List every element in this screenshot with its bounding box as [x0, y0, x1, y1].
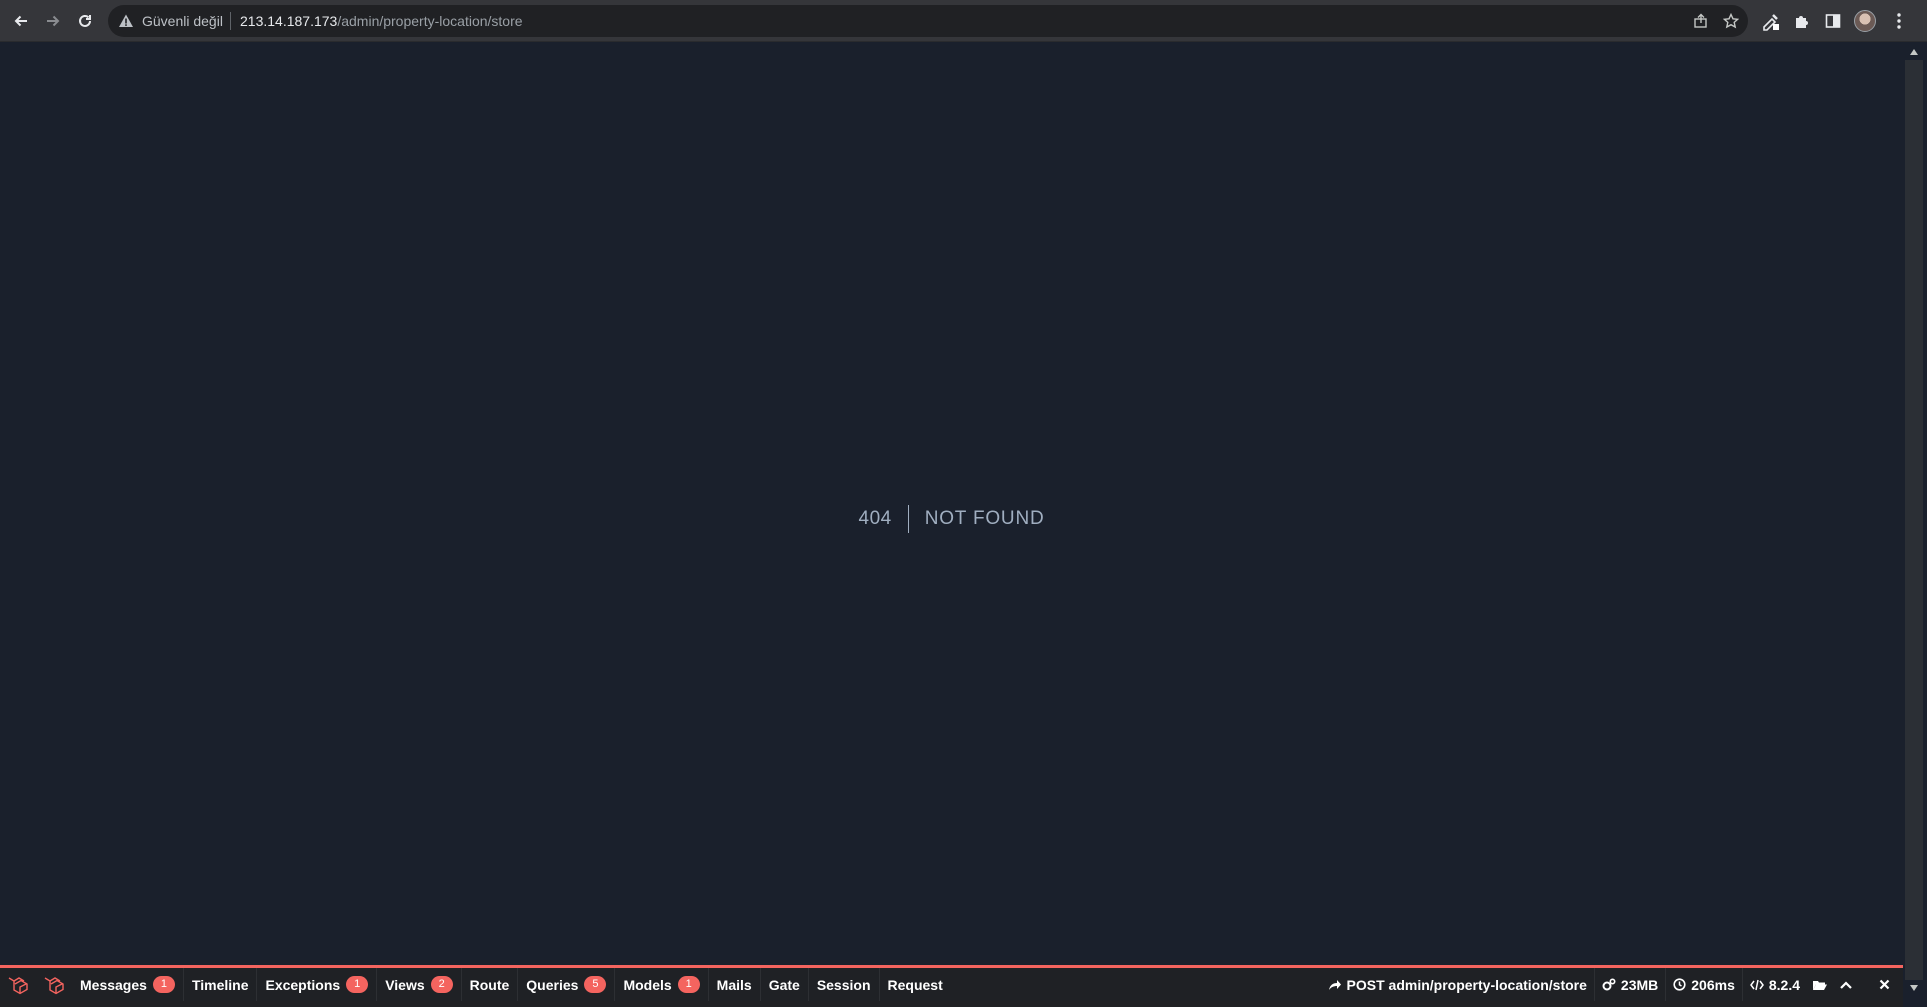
count-badge: 5 [584, 976, 607, 993]
arrow-right-icon [47, 15, 60, 27]
request-duration-text: 206ms [1691, 976, 1735, 993]
share-icon [1694, 13, 1707, 28]
close-icon [1879, 979, 1889, 990]
tab-request[interactable]: Request [880, 968, 951, 1001]
profile-avatar[interactable] [1854, 10, 1876, 32]
url-host: 213.14.187.173 [240, 13, 338, 29]
window-bottom-edge [0, 1001, 1903, 1007]
bookmark-button[interactable] [1722, 12, 1740, 30]
address-bar[interactable]: Güvenli değil 213.14.187.173/admin/prope… [108, 5, 1748, 37]
omnibox-divider [230, 12, 231, 30]
tab-label: Views [385, 976, 425, 993]
tab-label: Session [816, 976, 871, 993]
triangle-up-icon [1910, 49, 1918, 55]
tab-label: Queries [526, 976, 579, 993]
error-code: 404 [859, 505, 909, 533]
tab-queries[interactable]: Queries 5 [518, 968, 616, 1001]
debugbar-stats: POST admin/property-location/store 23MB … [1321, 968, 1903, 1001]
count-badge: 1 [346, 976, 369, 993]
url-text[interactable]: 213.14.187.173/admin/property-location/s… [240, 13, 523, 29]
laravel-logo-icon [8, 976, 28, 994]
tab-messages[interactable]: Messages 1 [72, 968, 184, 1001]
request-route-text: POST admin/property-location/store [1346, 976, 1587, 993]
share-arrow-icon [1328, 979, 1341, 990]
count-badge: 2 [430, 976, 453, 993]
tab-label: Route [469, 976, 510, 993]
cogs-icon [1602, 977, 1616, 990]
browser-toolbar: Güvenli değil 213.14.187.173/admin/prope… [0, 0, 1927, 42]
tab-mails[interactable]: Mails [709, 968, 761, 1001]
triangle-down-icon [1910, 985, 1918, 991]
tab-views[interactable]: Views 2 [377, 968, 462, 1001]
code-icon [1749, 979, 1764, 990]
php-version[interactable]: 8.2.4 [1741, 968, 1807, 1001]
tab-timeline[interactable]: Timeline [184, 968, 258, 1001]
maximize-debugbar-button[interactable] [1833, 968, 1859, 1001]
tab-exceptions[interactable]: Exceptions 1 [257, 968, 378, 1001]
tab-session[interactable]: Session [809, 968, 880, 1001]
eyedropper-extension-icon [1763, 14, 1779, 31]
laravel-logo-icon [44, 976, 64, 994]
chevron-up-icon [1840, 980, 1852, 989]
php-version-text: 8.2.4 [1768, 976, 1800, 993]
tab-models[interactable]: Models 1 [615, 968, 709, 1001]
tab-label: Messages [80, 976, 147, 993]
memory-usage-text: 23MB [1620, 976, 1659, 993]
url-path: /admin/property-location/store [337, 13, 523, 29]
debugbar: Messages 1 Timeline Exceptions 1 Views 2 Ro… [0, 965, 1903, 1001]
request-route[interactable]: POST admin/property-location/store [1321, 968, 1594, 1001]
tab-label: Models [623, 976, 672, 993]
error-message: 404 NOT FOUND [0, 505, 1903, 533]
side-panel-icon [1825, 14, 1841, 28]
back-button[interactable] [8, 8, 34, 34]
debugbar-logo[interactable] [0, 968, 36, 1001]
warning-icon[interactable] [118, 13, 134, 29]
reload-button[interactable] [72, 8, 98, 34]
folder-open-icon [1813, 980, 1827, 990]
extension-button[interactable] [1760, 10, 1782, 32]
tab-label: Exceptions [265, 976, 341, 993]
request-duration[interactable]: 206ms [1665, 968, 1742, 1001]
clock-icon [1673, 978, 1686, 991]
tab-label: Request [887, 976, 943, 993]
kebab-menu-icon [1897, 13, 1901, 29]
tab-route[interactable]: Route [462, 968, 519, 1001]
debugbar-logo-secondary[interactable] [36, 968, 72, 1001]
forward-button[interactable] [40, 8, 66, 34]
arrow-left-icon [14, 15, 27, 27]
memory-usage[interactable]: 23MB [1593, 968, 1665, 1001]
open-history-button[interactable] [1807, 968, 1833, 1001]
scroll-up-arrow[interactable] [1907, 45, 1921, 59]
security-indicator[interactable]: Güvenli değil [142, 13, 223, 29]
scrollbar-thumb[interactable] [1905, 60, 1923, 980]
scroll-down-arrow[interactable] [1907, 981, 1921, 995]
tab-label: Gate [768, 976, 800, 993]
count-badge: 1 [152, 976, 175, 993]
page-content: 404 NOT FOUND [0, 42, 1903, 965]
share-button[interactable] [1692, 12, 1710, 30]
puzzle-icon [1796, 16, 1808, 28]
error-text: NOT FOUND [924, 508, 1045, 529]
close-debugbar-button[interactable] [1871, 968, 1897, 1001]
tab-label: Mails [716, 976, 752, 993]
browser-menu-button[interactable] [1888, 10, 1910, 32]
extensions-menu-button[interactable] [1791, 10, 1813, 32]
reload-icon [79, 14, 91, 27]
star-icon [1723, 13, 1739, 29]
count-badge: 1 [677, 976, 700, 993]
tab-label: Timeline [191, 976, 249, 993]
tab-gate[interactable]: Gate [761, 968, 809, 1001]
side-panel-button[interactable] [1822, 10, 1844, 32]
